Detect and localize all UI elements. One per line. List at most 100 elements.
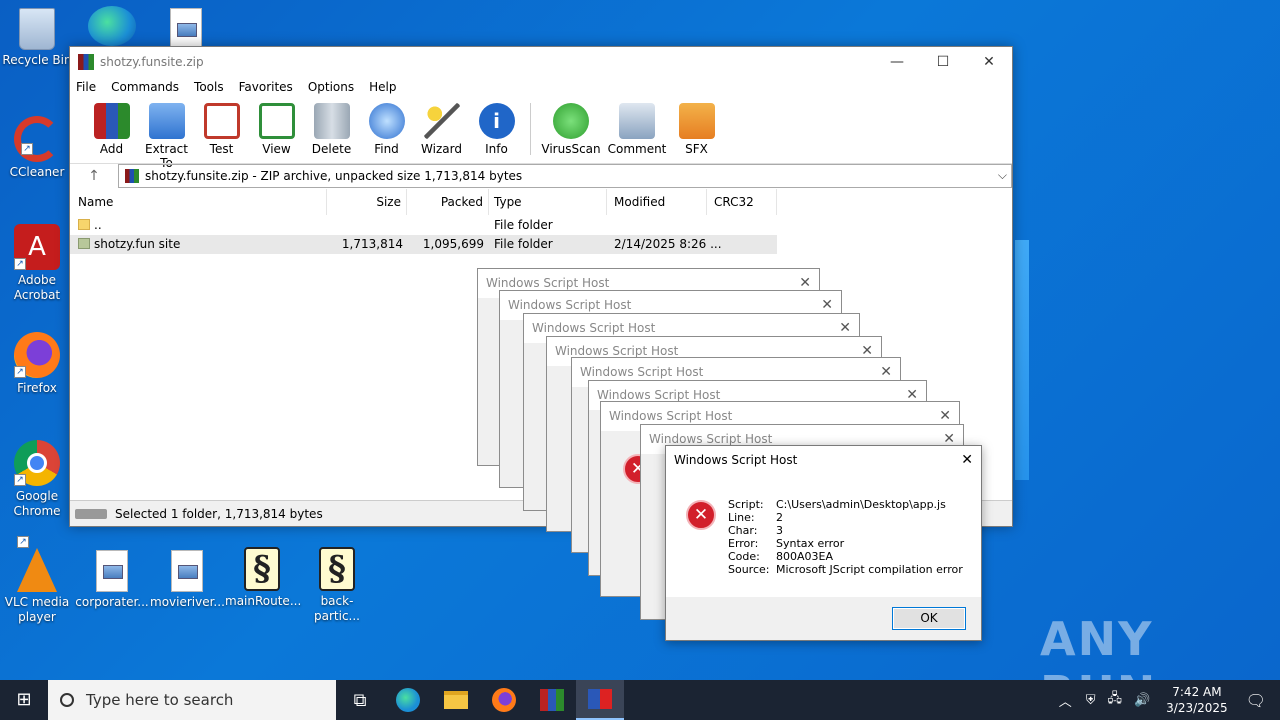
toolbar-view-button[interactable]: View [249, 103, 304, 163]
script-host-error-dialog[interactable]: Windows Script Host ✕ ✕ Script: C:\Users\a… [665, 445, 982, 641]
clock[interactable]: 7:42 AM 3/23/2025 [1166, 684, 1228, 716]
chrome-icon: ↗ [14, 440, 60, 486]
task-view-icon[interactable]: ⧉ [336, 680, 384, 720]
comment-icon [619, 103, 655, 139]
menu-file[interactable]: File [76, 77, 96, 97]
desktop-icon-adobe-acrobat[interactable]: A ↗ Adobe Acrobat [0, 224, 74, 303]
folder-icon [78, 219, 90, 230]
script-host-taskbar-icon[interactable] [576, 680, 624, 720]
dialog-titlebar[interactable]: Windows Script Host ✕ [666, 446, 981, 475]
edge-shortcut-icon[interactable] [88, 6, 136, 46]
desktop-icon-label: VLC media player [4, 595, 70, 624]
path-dropdown[interactable]: shotzy.funsite.zip - ZIP archive, unpack… [118, 163, 1012, 188]
toolbar-sfx-button[interactable]: SFX [669, 103, 724, 163]
network-icon[interactable]: 🖧 [1107, 689, 1122, 711]
toolbar-wizard-button[interactable]: Wizard [414, 103, 469, 163]
row-name: .. [94, 218, 102, 232]
desktop-icon-label: CCleaner [9, 165, 65, 179]
toolbar-virusscan-button[interactable]: VirusScan [537, 103, 605, 163]
column-size[interactable]: Size [327, 189, 407, 215]
detail-row: Char: 3 [728, 524, 963, 537]
column-modified[interactable]: Modified [607, 189, 707, 215]
toolbar-label: Test [209, 142, 234, 156]
column-type[interactable]: Type [489, 189, 607, 215]
desktop-icon-firefox[interactable]: ↗ Firefox [0, 332, 74, 396]
toolbar-test-button[interactable]: Test [194, 103, 249, 163]
close-icon[interactable]: ✕ [961, 446, 973, 475]
desktop-icon-recycle-bin[interactable]: Recycle Bin [0, 8, 74, 68]
desktop-file-movieriver[interactable]: movieriver... [150, 548, 225, 610]
up-arrow-icon[interactable]: ↑ [70, 168, 118, 184]
desktop-icon-label: Recycle Bin [2, 53, 72, 67]
toolbar-delete-button[interactable]: Delete [304, 103, 359, 163]
menu-favorites[interactable]: Favorites [239, 77, 293, 97]
magnifier-icon [368, 103, 405, 139]
book-icon [258, 103, 295, 139]
windows-start-icon[interactable]: ⊞ [0, 680, 48, 720]
toolbar-label: View [262, 142, 291, 156]
row-packed: 1,095,699 [422, 237, 484, 251]
minimize-button[interactable]: — [874, 47, 920, 77]
clipboard-check-icon [203, 103, 240, 139]
desktop-icon-chrome[interactable]: ↗ Google Chrome [0, 440, 74, 519]
desktop-glow [1015, 240, 1029, 480]
column-crc32[interactable]: CRC32 [707, 189, 777, 215]
maximize-button[interactable]: ☐ [920, 47, 966, 77]
menu-tools[interactable]: Tools [194, 77, 224, 97]
recycle-bin-icon [19, 8, 55, 50]
detail-value: Microsoft JScript compilation error [776, 563, 963, 576]
file-explorer-icon[interactable] [432, 680, 480, 720]
toolbar-label: VirusScan [541, 142, 601, 156]
dialog-title: Windows Script Host [597, 388, 721, 402]
detail-key: Code: [728, 550, 760, 563]
menu-help[interactable]: Help [369, 77, 396, 97]
desktop-icon-vlc[interactable]: ↗ VLC media player [0, 536, 74, 625]
toolbar-label: Delete [311, 142, 352, 156]
toolbar-add-button[interactable]: Add [84, 103, 139, 163]
close-button[interactable]: ✕ [966, 47, 1012, 77]
detail-row: Error: Syntax error [728, 537, 963, 550]
desktop-file-mainroute[interactable]: § mainRoute... [225, 546, 301, 609]
ok-button[interactable]: OK [892, 607, 966, 630]
toolbar-separator [530, 103, 531, 155]
detail-value: 800A03EA [776, 550, 833, 563]
toolbar: Add Extract To Test View Delete Find Wiz… [70, 97, 1012, 170]
toolbar-label: Add [99, 142, 124, 156]
table-row[interactable]: .. File folder [70, 216, 777, 235]
table-row[interactable]: shotzy.fun site 1,713,814 1,095,699 File… [70, 235, 777, 254]
menu-options[interactable]: Options [308, 77, 354, 97]
detail-key: Error: [728, 537, 759, 550]
desktop-icon-ccleaner[interactable]: ↗ CCleaner [0, 116, 74, 180]
folder-icon [78, 238, 90, 249]
volume-icon[interactable]: 🔊 [1134, 693, 1150, 708]
toolbar-label: Comment [607, 142, 667, 156]
detail-key: Source: [728, 563, 770, 576]
winrar-taskbar-icon[interactable] [528, 680, 576, 720]
column-packed[interactable]: Packed [407, 189, 489, 215]
search-box[interactable]: Type here to search [48, 680, 336, 720]
toolbar-label: SFX [685, 142, 708, 156]
security-icon[interactable]: ⛨ [1086, 693, 1096, 708]
dialog-title: Windows Script Host [674, 453, 798, 467]
row-type: File folder [494, 218, 553, 232]
desktop-icon-label: Firefox [17, 381, 57, 395]
dialog-title: Windows Script Host [555, 344, 679, 358]
firefox-taskbar-icon[interactable] [480, 680, 528, 720]
toolbar-find-button[interactable]: Find [359, 103, 414, 163]
sfx-icon [678, 103, 715, 139]
menu-commands[interactable]: Commands [111, 77, 179, 97]
column-name[interactable]: Name [70, 189, 327, 215]
toolbar-extract-button[interactable]: Extract To [139, 103, 194, 170]
notification-icon[interactable]: 🗨 [1246, 691, 1266, 710]
chevron-down-icon[interactable]: ⌵ [998, 168, 1007, 183]
toolbar-comment-button[interactable]: Comment [605, 103, 669, 163]
toolbar-info-button[interactable]: i Info [469, 103, 524, 163]
row-modified: 2/14/2025 8:26 ... [614, 237, 722, 251]
chevron-up-icon[interactable]: ︿ [1059, 691, 1072, 710]
desktop-file-corporater[interactable]: corporater... [75, 548, 149, 610]
winrar-titlebar[interactable]: shotzy.funsite.zip — ☐ ✕ [70, 47, 1012, 77]
script-file-icon: § [244, 547, 280, 591]
image-file-icon[interactable] [170, 8, 202, 50]
edge-taskbar-icon[interactable] [384, 680, 432, 720]
desktop-file-back-partic[interactable]: § back-partic... [300, 546, 374, 624]
